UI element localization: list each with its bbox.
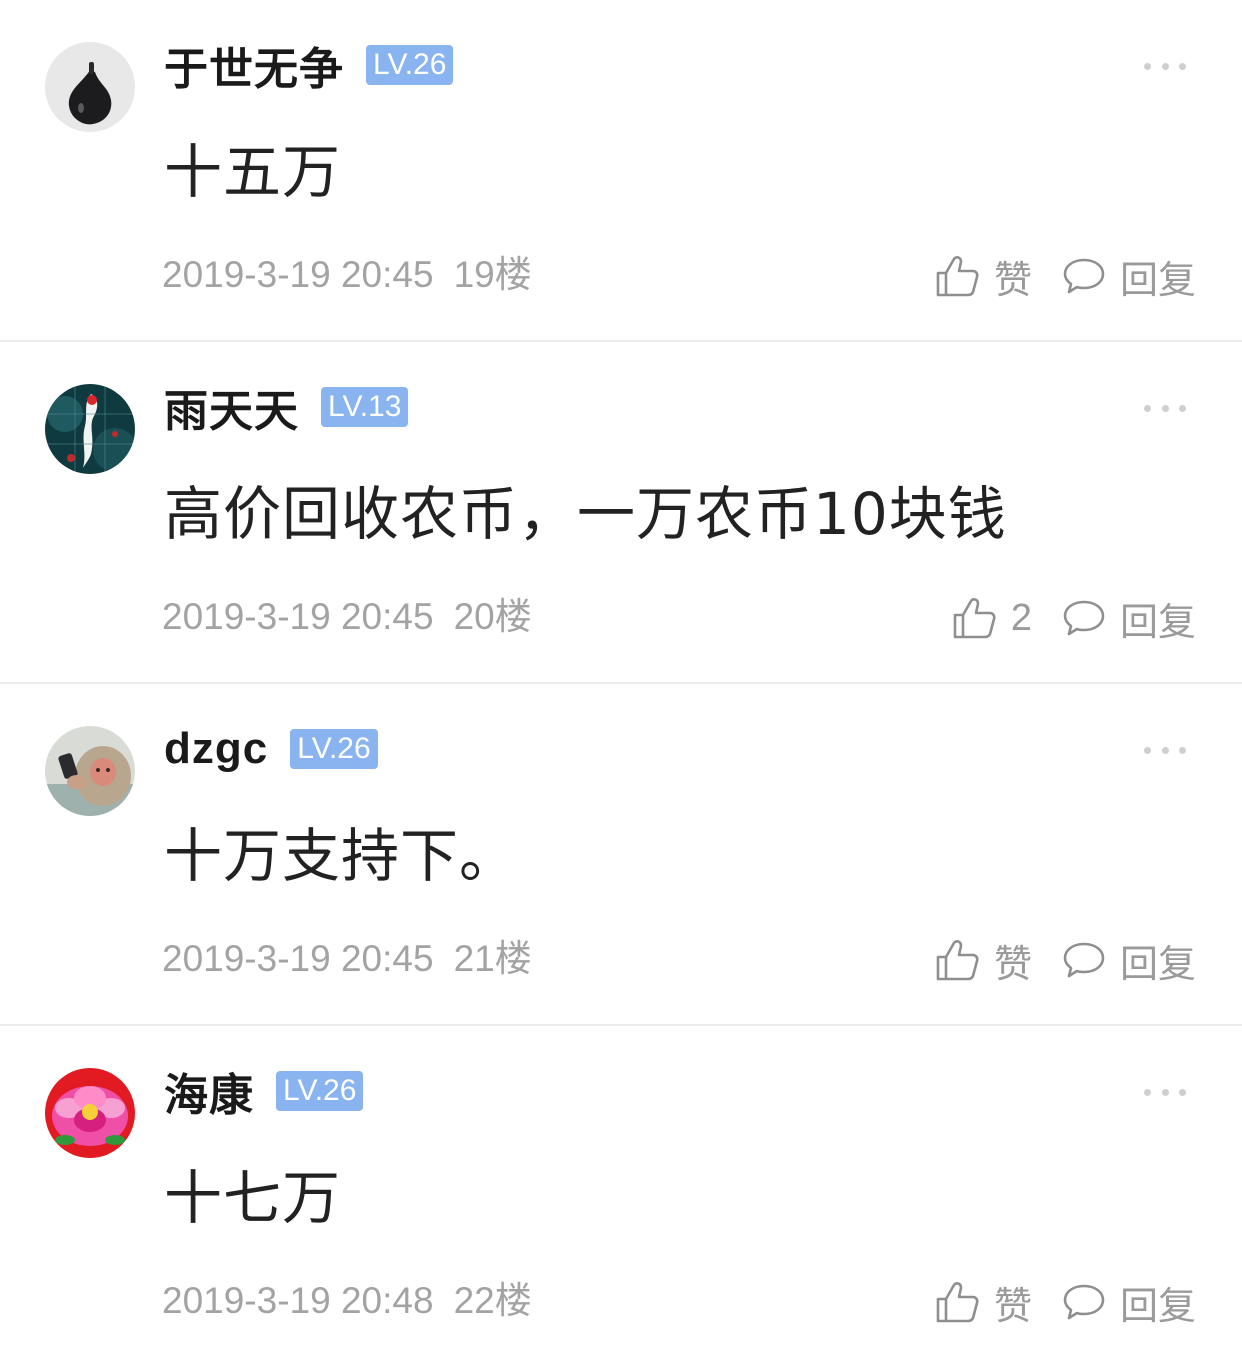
username[interactable]: 雨天天 xyxy=(164,375,299,439)
like-label: 赞 xyxy=(993,259,1032,302)
name-row: dzgc LV.26 xyxy=(164,722,378,776)
comment-meta: 2019-3-19 20:45 21楼 xyxy=(162,936,532,982)
comment-actions: 赞 回复 xyxy=(934,932,1196,988)
reply-label: 回复 xyxy=(1119,943,1196,986)
reply-button[interactable]: 回复 xyxy=(1062,933,1196,988)
reply-label: 回复 xyxy=(1119,1285,1196,1328)
comment-text: 高价回收农币，一万农币10块钱 xyxy=(164,480,1007,548)
comment-text: 十七万 xyxy=(164,1164,342,1232)
peony-avatar-icon xyxy=(45,1068,135,1158)
thumbs-up-icon xyxy=(936,1282,979,1323)
monkey-phone-avatar-icon xyxy=(45,726,135,816)
avatar[interactable] xyxy=(45,384,135,474)
timestamp: 2019-3-19 20:48 xyxy=(162,1280,434,1321)
koi-fish-avatar-icon xyxy=(45,384,135,474)
timestamp: 2019-3-19 20:45 xyxy=(162,938,434,979)
comment-item: 雨天天 LV.13 高价回收农币，一万农币10块钱 2019-3-19 20:4… xyxy=(0,342,1242,684)
more-options-icon[interactable] xyxy=(1144,398,1186,418)
timestamp: 2019-3-19 20:45 xyxy=(162,596,434,637)
comment-bubble-icon xyxy=(1063,600,1105,636)
reply-label: 回复 xyxy=(1119,259,1196,302)
comment-meta: 2019-3-19 20:48 22楼 xyxy=(162,1278,532,1324)
thumbs-up-icon xyxy=(936,940,979,981)
comment-meta: 2019-3-19 20:45 19楼 xyxy=(162,252,532,298)
reply-button[interactable]: 回复 xyxy=(1062,591,1196,646)
comment-text: 十五万 xyxy=(164,138,342,206)
username[interactable]: 于世无争 xyxy=(164,33,344,97)
reply-button[interactable]: 回复 xyxy=(1062,249,1196,304)
username[interactable]: dzgc xyxy=(164,724,268,774)
thumbs-up-icon xyxy=(953,598,996,639)
like-count: 2 xyxy=(1010,596,1032,639)
level-badge: LV.26 xyxy=(290,729,378,769)
avatar[interactable] xyxy=(45,726,135,816)
comment-item: 海康 LV.26 十七万 2019-3-19 20:48 22楼 赞 回复 xyxy=(0,1026,1242,1368)
comment-bubble-icon xyxy=(1063,1284,1105,1320)
more-options-icon[interactable] xyxy=(1144,56,1186,76)
more-options-icon[interactable] xyxy=(1144,740,1186,760)
more-options-icon[interactable] xyxy=(1144,1082,1186,1102)
avatar[interactable] xyxy=(45,42,135,132)
like-button[interactable]: 赞 xyxy=(934,933,1032,988)
comment-actions: 赞 回复 xyxy=(934,248,1196,304)
fig-avatar-icon xyxy=(45,42,135,132)
level-badge: LV.26 xyxy=(276,1071,364,1111)
name-row: 雨天天 LV.13 xyxy=(164,380,409,437)
like-label: 赞 xyxy=(993,943,1032,986)
like-button[interactable]: 2 xyxy=(951,595,1032,641)
thumbs-up-icon xyxy=(936,256,979,297)
comment-actions: 赞 回复 xyxy=(934,1274,1196,1330)
floor-number: 19楼 xyxy=(453,254,532,295)
timestamp: 2019-3-19 20:45 xyxy=(162,254,434,295)
comment-meta: 2019-3-19 20:45 20楼 xyxy=(162,594,532,640)
comment-item: dzgc LV.26 十万支持下。 2019-3-19 20:45 21楼 赞 回… xyxy=(0,684,1242,1026)
like-label: 赞 xyxy=(993,1285,1032,1328)
floor-number: 22楼 xyxy=(453,1280,532,1321)
username[interactable]: 海康 xyxy=(164,1059,254,1123)
comment-item: 于世无争 LV.26 十五万 2019-3-19 20:45 19楼 赞 回复 xyxy=(0,0,1242,342)
comment-text: 十万支持下。 xyxy=(164,822,519,890)
name-row: 海康 LV.26 xyxy=(164,1064,364,1121)
level-badge: LV.13 xyxy=(321,387,409,427)
reply-label: 回复 xyxy=(1119,601,1196,644)
comment-actions: 2 回复 xyxy=(951,590,1196,646)
level-badge: LV.26 xyxy=(366,45,454,85)
reply-button[interactable]: 回复 xyxy=(1062,1275,1196,1330)
name-row: 于世无争 LV.26 xyxy=(164,38,454,95)
comment-bubble-icon xyxy=(1063,942,1105,978)
avatar[interactable] xyxy=(45,1068,135,1158)
like-button[interactable]: 赞 xyxy=(934,249,1032,304)
floor-number: 20楼 xyxy=(453,596,532,637)
floor-number: 21楼 xyxy=(453,938,532,979)
like-button[interactable]: 赞 xyxy=(934,1275,1032,1330)
comment-bubble-icon xyxy=(1063,258,1105,294)
